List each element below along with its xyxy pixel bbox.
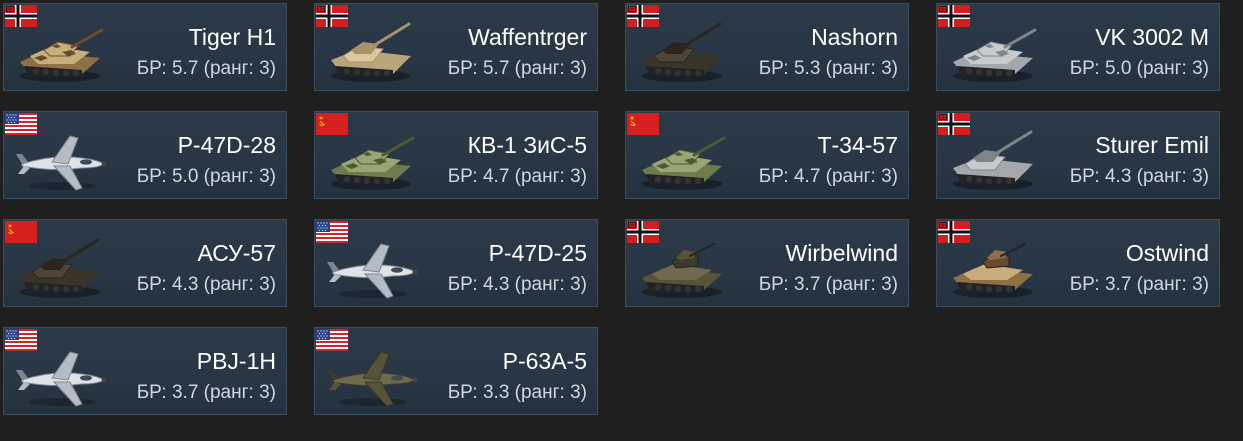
vehicle-name: Ostwind bbox=[1125, 240, 1209, 266]
vehicle-battle-rating: БР: 3.7 (ранг: 3) bbox=[136, 382, 276, 403]
spg-icon bbox=[12, 232, 110, 304]
vehicle-card[interactable]: Wirbelwind БР: 3.7 (ранг: 3) bbox=[625, 219, 909, 307]
vehicle-card[interactable]: Sturer Emil БР: 4.3 (ранг: 3) bbox=[936, 111, 1220, 199]
vehicle-battle-rating: БР: 3.7 (ранг: 3) bbox=[758, 274, 898, 295]
vehicle-name: PBJ-1H bbox=[196, 348, 276, 374]
vehicle-card[interactable]: Nashorn БР: 5.3 (ранг: 3) bbox=[625, 3, 909, 91]
vehicle-name: АСУ-57 bbox=[197, 240, 276, 266]
vehicle-battle-rating: БР: 3.3 (ранг: 3) bbox=[447, 382, 587, 403]
vehicle-card[interactable]: Т-34-57 БР: 4.7 (ранг: 3) bbox=[625, 111, 909, 199]
vehicle-name: Waffentrger bbox=[468, 24, 587, 50]
vehicle-name: Sturer Emil bbox=[1095, 132, 1209, 158]
plane-icon bbox=[12, 124, 110, 196]
vehicle-battle-rating: БР: 4.3 (ранг: 3) bbox=[1069, 166, 1209, 187]
vehicle-card[interactable]: АСУ-57 БР: 4.3 (ранг: 3) bbox=[3, 219, 287, 307]
vehicle-name: Nashorn bbox=[811, 24, 898, 50]
plane-icon bbox=[323, 232, 421, 304]
spg-icon bbox=[945, 124, 1043, 196]
vehicle-name: P-63A-5 bbox=[502, 348, 587, 374]
vehicle-battle-rating: БР: 5.7 (ранг: 3) bbox=[447, 58, 587, 79]
vehicle-name: КВ-1 ЗиС-5 bbox=[467, 132, 587, 158]
vehicle-name: Wirbelwind bbox=[785, 240, 898, 266]
vehicle-grid: Tiger H1 БР: 5.7 (ранг: 3) Waffentrger БР:… bbox=[0, 0, 1243, 441]
tank-icon bbox=[323, 124, 421, 196]
vehicle-name: Т-34-57 bbox=[817, 132, 898, 158]
spg-icon bbox=[634, 16, 732, 88]
spg-icon bbox=[323, 16, 421, 88]
vehicle-battle-rating: БР: 4.7 (ранг: 3) bbox=[758, 166, 898, 187]
aa-icon bbox=[945, 232, 1043, 304]
aa-icon bbox=[634, 232, 732, 304]
vehicle-card[interactable]: КВ-1 ЗиС-5 БР: 4.7 (ранг: 3) bbox=[314, 111, 598, 199]
vehicle-battle-rating: БР: 4.3 (ранг: 3) bbox=[136, 274, 276, 295]
vehicle-card[interactable]: Waffentrger БР: 5.7 (ранг: 3) bbox=[314, 3, 598, 91]
vehicle-card[interactable]: Tiger H1 БР: 5.7 (ранг: 3) bbox=[3, 3, 287, 91]
vehicle-card[interactable]: P-63A-5 БР: 3.3 (ранг: 3) bbox=[314, 327, 598, 415]
vehicle-card[interactable]: VK 3002 M БР: 5.0 (ранг: 3) bbox=[936, 3, 1220, 91]
vehicle-name: P-47D-28 bbox=[177, 132, 276, 158]
vehicle-battle-rating: БР: 5.0 (ранг: 3) bbox=[136, 166, 276, 187]
vehicle-battle-rating: БР: 5.0 (ранг: 3) bbox=[1069, 58, 1209, 79]
tank-icon bbox=[945, 16, 1043, 88]
tank-icon bbox=[12, 16, 110, 88]
tank-icon bbox=[634, 124, 732, 196]
vehicle-battle-rating: БР: 4.7 (ранг: 3) bbox=[447, 166, 587, 187]
plane-icon bbox=[12, 340, 110, 412]
vehicle-card[interactable]: PBJ-1H БР: 3.7 (ранг: 3) bbox=[3, 327, 287, 415]
plane-icon bbox=[323, 340, 421, 412]
vehicle-card[interactable]: P-47D-28 БР: 5.0 (ранг: 3) bbox=[3, 111, 287, 199]
vehicle-card[interactable]: P-47D-25 БР: 4.3 (ранг: 3) bbox=[314, 219, 598, 307]
vehicle-battle-rating: БР: 5.7 (ранг: 3) bbox=[136, 58, 276, 79]
vehicle-card[interactable]: Ostwind БР: 3.7 (ранг: 3) bbox=[936, 219, 1220, 307]
vehicle-name: P-47D-25 bbox=[488, 240, 587, 266]
vehicle-battle-rating: БР: 4.3 (ранг: 3) bbox=[447, 274, 587, 295]
vehicle-name: Tiger H1 bbox=[188, 24, 276, 50]
vehicle-battle-rating: БР: 3.7 (ранг: 3) bbox=[1069, 274, 1209, 295]
vehicle-battle-rating: БР: 5.3 (ранг: 3) bbox=[758, 58, 898, 79]
vehicle-name: VK 3002 M bbox=[1095, 24, 1209, 50]
